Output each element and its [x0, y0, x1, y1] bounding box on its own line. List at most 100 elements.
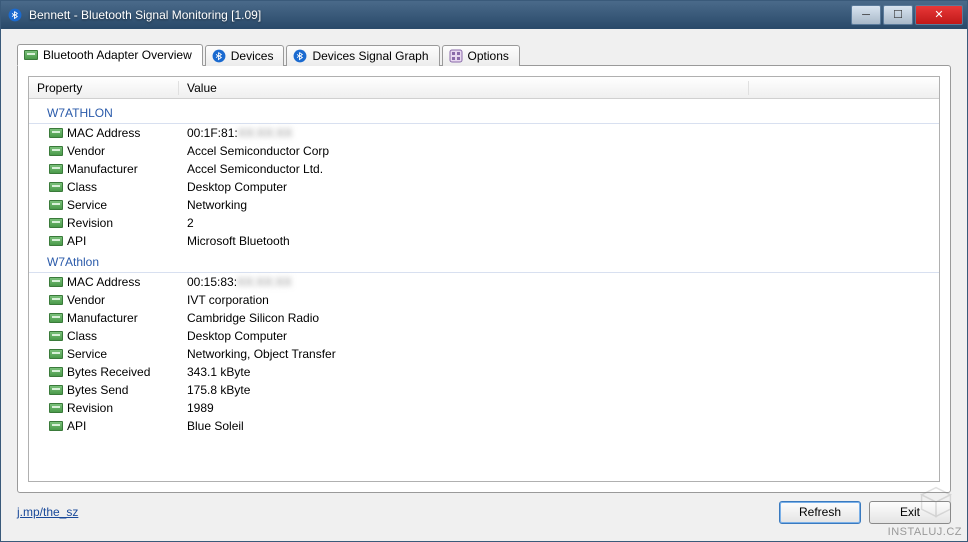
property-label: MAC Address [67, 275, 140, 289]
bluetooth-icon [293, 49, 307, 63]
property-label: Class [67, 329, 97, 343]
table-row[interactable]: APIMicrosoft Bluetooth [29, 232, 939, 250]
value-cell: Networking [179, 198, 939, 212]
tab-label: Devices [231, 49, 274, 63]
property-label: API [67, 419, 86, 433]
property-cell: Manufacturer [29, 162, 179, 176]
property-cell: Class [29, 329, 179, 343]
property-icon [49, 164, 63, 174]
table-row[interactable]: Class Desktop Computer [29, 178, 939, 196]
maximize-button[interactable]: ☐ [883, 5, 913, 25]
property-cell: API [29, 419, 179, 433]
table-row[interactable]: Service Networking [29, 196, 939, 214]
property-label: Revision [67, 216, 113, 230]
minimize-button[interactable]: ─ [851, 5, 881, 25]
window-buttons: ─ ☐ ✕ [851, 5, 963, 25]
tab-label: Bluetooth Adapter Overview [43, 48, 192, 62]
refresh-button[interactable]: Refresh [779, 501, 861, 524]
property-label: MAC Address [67, 126, 140, 140]
table-row[interactable]: MAC Address 00:1F:81:XX:XX:XX [29, 124, 939, 142]
property-icon [49, 385, 63, 395]
titlebar[interactable]: Bennett - Bluetooth Signal Monitoring [1… [1, 1, 967, 29]
footer: j.mp/the_sz Refresh Exit [17, 493, 951, 525]
tab-devices[interactable]: Devices [205, 45, 285, 66]
app-window: Bennett - Bluetooth Signal Monitoring [1… [0, 0, 968, 542]
options-icon [449, 49, 463, 63]
group-header[interactable]: W7Athlon [29, 252, 939, 273]
value-cell: Desktop Computer [179, 329, 939, 343]
group-header[interactable]: W7ATHLON [29, 103, 939, 124]
footer-link[interactable]: j.mp/the_sz [17, 505, 78, 519]
table-row[interactable]: Revision 2 [29, 214, 939, 232]
property-cell: Service [29, 347, 179, 361]
redacted-text: XX:XX:XX [237, 275, 292, 289]
property-label: Bytes Send [67, 383, 128, 397]
property-icon [49, 128, 63, 138]
property-icon [49, 200, 63, 210]
value-cell: Blue Soleil [179, 419, 939, 433]
property-icon [49, 218, 63, 228]
card-icon [24, 48, 38, 62]
property-icon [49, 295, 63, 305]
table-row[interactable]: Bytes Received343.1 kByte [29, 363, 939, 381]
tab-label: Options [468, 49, 509, 63]
bluetooth-icon [212, 49, 226, 63]
value-cell: 2 [179, 216, 939, 230]
tab-options[interactable]: Options [442, 45, 520, 66]
property-cell: Bytes Received [29, 365, 179, 379]
property-icon [49, 146, 63, 156]
property-icon [49, 236, 63, 246]
table-row[interactable]: ManufacturerCambridge Silicon Radio [29, 309, 939, 327]
close-button[interactable]: ✕ [915, 5, 963, 25]
property-icon [49, 367, 63, 377]
property-cell: Vendor [29, 144, 179, 158]
table-row[interactable]: MAC Address 00:15:83:XX:XX:XX [29, 273, 939, 291]
property-label: Bytes Received [67, 365, 150, 379]
property-grid: Property Value W7ATHLON MAC Address 00:1F:… [28, 76, 940, 482]
table-row[interactable]: Bytes Send 175.8 kByte [29, 381, 939, 399]
value-cell: 1989 [179, 401, 939, 415]
property-icon [49, 421, 63, 431]
column-header-value[interactable]: Value [179, 81, 749, 95]
property-cell: Service [29, 198, 179, 212]
redacted-text: XX:XX:XX [238, 126, 293, 140]
table-row[interactable]: Class Desktop Computer [29, 327, 939, 345]
tab-devices-signal-graph[interactable]: Devices Signal Graph [286, 45, 439, 66]
tab-label: Devices Signal Graph [312, 49, 428, 63]
property-cell: Revision [29, 401, 179, 415]
value-cell: Desktop Computer [179, 180, 939, 194]
table-row[interactable]: Vendor IVT corporation [29, 291, 939, 309]
property-cell: MAC Address [29, 275, 179, 289]
table-row[interactable]: API Blue Soleil [29, 417, 939, 435]
value-cell: 00:1F:81:XX:XX:XX [179, 126, 939, 140]
property-icon [49, 349, 63, 359]
property-label: Service [67, 347, 107, 361]
table-row[interactable]: ManufacturerAccel Semiconductor Ltd. [29, 160, 939, 178]
property-cell: Vendor [29, 293, 179, 307]
exit-button[interactable]: Exit [869, 501, 951, 524]
value-cell: Accel Semiconductor Corp [179, 144, 939, 158]
client-area: Bluetooth Adapter Overview Devices Devices… [1, 29, 967, 541]
table-row[interactable]: ServiceNetworking, Object Transfer [29, 345, 939, 363]
property-label: Service [67, 198, 107, 212]
property-cell: Class [29, 180, 179, 194]
value-cell: 175.8 kByte [179, 383, 939, 397]
property-label: Vendor [67, 293, 105, 307]
property-label: Manufacturer [67, 162, 138, 176]
property-cell: Revision [29, 216, 179, 230]
property-label: API [67, 234, 86, 248]
property-label: Class [67, 180, 97, 194]
property-icon [49, 313, 63, 323]
column-header-property[interactable]: Property [29, 81, 179, 95]
property-icon [49, 403, 63, 413]
property-icon [49, 182, 63, 192]
table-row[interactable]: VendorAccel Semiconductor Corp [29, 142, 939, 160]
property-icon [49, 277, 63, 287]
property-cell: Manufacturer [29, 311, 179, 325]
property-icon [49, 331, 63, 341]
grid-header: Property Value [29, 77, 939, 99]
table-row[interactable]: Revision1989 [29, 399, 939, 417]
value-cell: IVT corporation [179, 293, 939, 307]
tab-bluetooth-adapter-overview[interactable]: Bluetooth Adapter Overview [17, 44, 203, 66]
value-cell: 00:15:83:XX:XX:XX [179, 275, 939, 289]
